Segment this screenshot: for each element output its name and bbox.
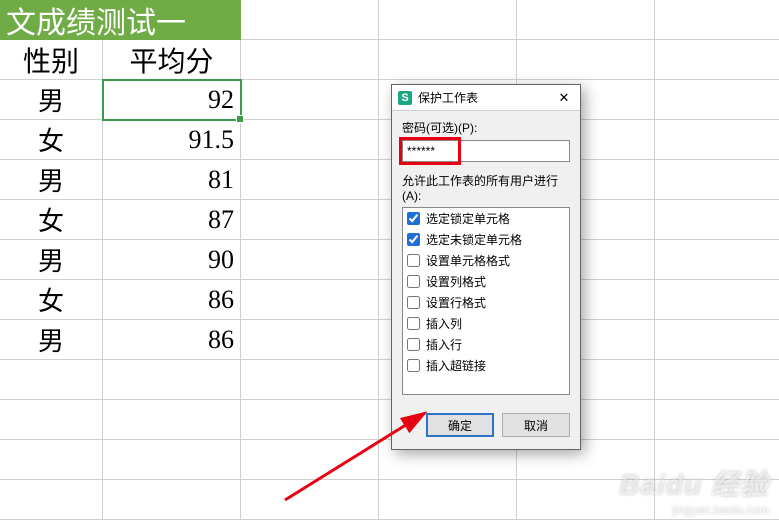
permission-checkbox[interactable]	[407, 296, 420, 309]
empty-cell[interactable]	[241, 480, 379, 520]
empty-cell[interactable]	[655, 120, 779, 160]
empty-cell[interactable]	[241, 320, 379, 360]
empty-cell[interactable]	[0, 440, 103, 480]
cell-score[interactable]: 81	[103, 160, 241, 200]
app-icon: S	[398, 91, 412, 105]
permission-checkbox[interactable]	[407, 338, 420, 351]
empty-cell[interactable]	[517, 480, 655, 520]
empty-cell[interactable]	[655, 360, 779, 400]
col-header-score[interactable]: 平均分	[103, 40, 241, 80]
permission-item[interactable]: 设置行格式	[403, 292, 569, 313]
permission-item[interactable]: 设置单元格格式	[403, 250, 569, 271]
cell-gender[interactable]: 女	[0, 280, 103, 320]
fill-handle[interactable]	[236, 115, 244, 123]
cell-score[interactable]: 90	[103, 240, 241, 280]
col-header-gender[interactable]: 性别	[0, 40, 103, 80]
empty-cell[interactable]	[655, 200, 779, 240]
empty-cell[interactable]	[241, 40, 379, 80]
empty-cell[interactable]	[655, 0, 779, 40]
empty-cell[interactable]	[103, 400, 241, 440]
password-input[interactable]	[402, 140, 570, 162]
cell-gender[interactable]: 男	[0, 320, 103, 360]
permission-label: 选定锁定单元格	[426, 210, 510, 227]
permission-checkbox[interactable]	[407, 254, 420, 267]
empty-cell[interactable]	[379, 0, 517, 40]
empty-cell[interactable]	[655, 40, 779, 80]
close-icon[interactable]: ✕	[552, 88, 576, 108]
empty-cell[interactable]	[379, 40, 517, 80]
ok-button[interactable]: 确定	[426, 413, 494, 437]
empty-cell[interactable]	[241, 280, 379, 320]
cell-score[interactable]: 87	[103, 200, 241, 240]
permission-label: 插入超链接	[426, 357, 486, 374]
empty-cell[interactable]	[655, 280, 779, 320]
password-label: 密码(可选)(P):	[402, 119, 570, 136]
empty-cell[interactable]	[517, 40, 655, 80]
empty-cell[interactable]	[655, 440, 779, 480]
permissions-label: 允许此工作表的所有用户进行(A):	[402, 172, 570, 203]
permission-item[interactable]: 选定未锁定单元格	[403, 229, 569, 250]
permission-label: 设置单元格格式	[426, 252, 510, 269]
permission-checkbox[interactable]	[407, 233, 420, 246]
empty-cell[interactable]	[655, 240, 779, 280]
cell-gender[interactable]: 女	[0, 120, 103, 160]
permission-item[interactable]: 插入行	[403, 334, 569, 355]
dialog-title: 保护工作表	[418, 89, 552, 106]
permission-checkbox[interactable]	[407, 317, 420, 330]
cell-gender[interactable]: 女	[0, 200, 103, 240]
cancel-button[interactable]: 取消	[502, 413, 570, 437]
empty-cell[interactable]	[103, 360, 241, 400]
empty-cell[interactable]	[103, 440, 241, 480]
empty-cell[interactable]	[655, 160, 779, 200]
empty-cell[interactable]	[241, 120, 379, 160]
empty-cell[interactable]	[241, 80, 379, 120]
cell-gender[interactable]: 男	[0, 240, 103, 280]
permission-item[interactable]: 插入超链接	[403, 355, 569, 376]
cell-score[interactable]: 92	[103, 80, 241, 120]
empty-cell[interactable]	[241, 240, 379, 280]
cell-score[interactable]: 86	[103, 280, 241, 320]
dialog-titlebar[interactable]: S 保护工作表 ✕	[392, 85, 580, 111]
empty-cell[interactable]	[241, 360, 379, 400]
empty-cell[interactable]	[103, 480, 241, 520]
permission-label: 插入行	[426, 336, 462, 353]
empty-cell[interactable]	[241, 200, 379, 240]
empty-cell[interactable]	[517, 0, 655, 40]
permission-label: 设置列格式	[426, 273, 486, 290]
empty-cell[interactable]	[655, 320, 779, 360]
empty-cell[interactable]	[655, 480, 779, 520]
permission-label: 选定未锁定单元格	[426, 231, 522, 248]
empty-cell[interactable]	[0, 360, 103, 400]
permission-item[interactable]: 插入列	[403, 313, 569, 334]
permission-checkbox[interactable]	[407, 275, 420, 288]
permission-item[interactable]: 选定锁定单元格	[403, 208, 569, 229]
sheet-title: 文成绩测试一	[0, 0, 241, 40]
empty-cell[interactable]	[0, 400, 103, 440]
empty-cell[interactable]	[241, 400, 379, 440]
empty-cell[interactable]	[379, 480, 517, 520]
permissions-listbox[interactable]: 选定锁定单元格选定未锁定单元格设置单元格格式设置列格式设置行格式插入列插入行插入…	[402, 207, 570, 395]
protect-sheet-dialog: S 保护工作表 ✕ 密码(可选)(P): 允许此工作表的所有用户进行(A): 选…	[391, 84, 581, 450]
empty-cell[interactable]	[655, 400, 779, 440]
cell-gender[interactable]: 男	[0, 160, 103, 200]
permission-label: 插入列	[426, 315, 462, 332]
permission-checkbox[interactable]	[407, 359, 420, 372]
empty-cell[interactable]	[241, 0, 379, 40]
cell-gender[interactable]: 男	[0, 80, 103, 120]
cell-score[interactable]: 91.5	[103, 120, 241, 160]
empty-cell[interactable]	[241, 160, 379, 200]
permission-item[interactable]: 设置列格式	[403, 271, 569, 292]
permission-label: 设置行格式	[426, 294, 486, 311]
empty-cell[interactable]	[0, 480, 103, 520]
empty-cell[interactable]	[241, 440, 379, 480]
empty-cell[interactable]	[655, 80, 779, 120]
cell-score[interactable]: 86	[103, 320, 241, 360]
permission-checkbox[interactable]	[407, 212, 420, 225]
